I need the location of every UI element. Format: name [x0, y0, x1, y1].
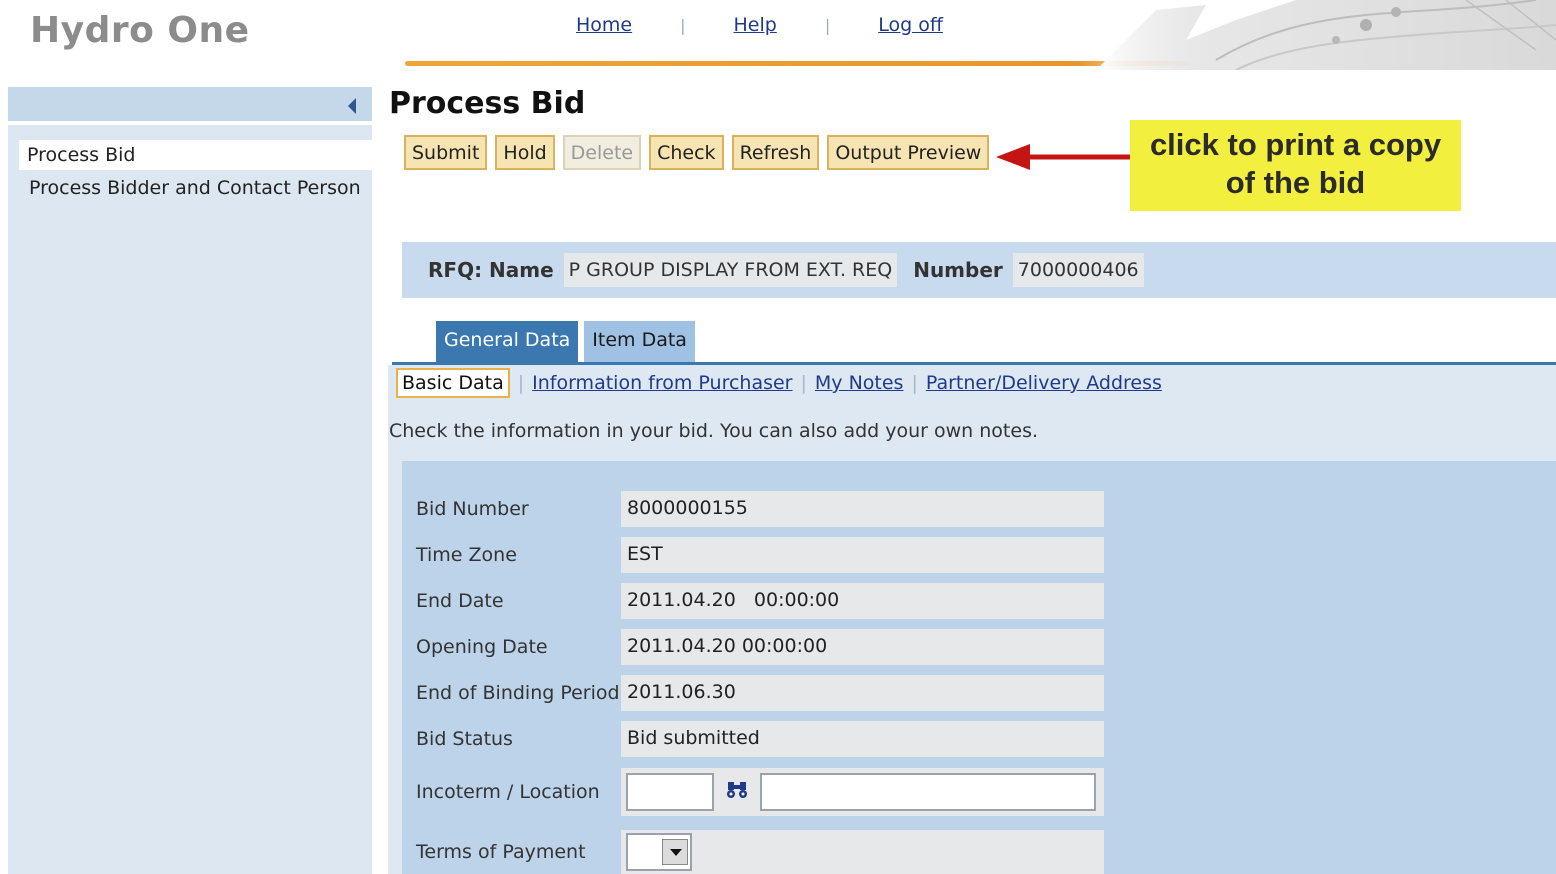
incoterm-inputs [621, 768, 1104, 816]
home-link[interactable]: Home [576, 14, 632, 36]
action-toolbar: Submit Hold Delete Check Refresh Output … [404, 135, 990, 170]
binding-period-label: End of Binding Period [416, 682, 620, 704]
submit-button[interactable]: Submit [404, 135, 488, 170]
rfq-number-label: Number [913, 258, 1003, 282]
hydro-one-logo: Hydro One [30, 10, 250, 51]
subtab-partner-delivery-address[interactable]: Partner/Delivery Address [926, 372, 1162, 394]
binding-period-value: 2011.06.30 [621, 675, 1104, 711]
chevron-down-icon[interactable] [662, 839, 688, 865]
incoterm-code-input[interactable] [626, 773, 714, 811]
incoterm-location-input[interactable] [760, 773, 1096, 811]
rfq-name-label: RFQ: Name [428, 258, 554, 282]
sidebar-item-process-bid[interactable]: Process Bid [19, 140, 372, 170]
opening-date-label: Opening Date [416, 636, 548, 658]
tab-strip: General Data Item Data [436, 321, 695, 364]
subtab-strip: Basic Data | Information from Purchaser … [396, 368, 1162, 398]
tab-general-data[interactable]: General Data [436, 321, 579, 364]
check-button[interactable]: Check [649, 135, 724, 170]
binoculars-icon[interactable] [726, 780, 748, 804]
terms-payment-inputs [621, 830, 1104, 874]
terms-payment-row: Terms of Payment [410, 830, 1104, 874]
callout-line-1: click to print a copy [1149, 127, 1442, 162]
tab-item-data[interactable]: Item Data [584, 321, 695, 364]
page-title: Process Bid [389, 86, 586, 121]
terms-payment-label: Terms of Payment [416, 841, 586, 863]
subtab-information-from-purchaser[interactable]: Information from Purchaser [532, 372, 792, 394]
help-link[interactable]: Help [734, 14, 777, 36]
subtab-separator: | [517, 372, 525, 394]
time-zone-value: EST [621, 537, 1104, 573]
terms-payment-select[interactable] [626, 833, 692, 871]
subtab-separator: | [800, 372, 807, 394]
opening-date-row: Opening Date 2011.04.20 00:00:00 [410, 629, 1104, 665]
bid-status-value: Bid submitted [621, 721, 1104, 757]
bid-status-row: Bid Status Bid submitted [410, 721, 1104, 757]
sidebar-header [8, 87, 372, 125]
collapse-left-icon[interactable] [348, 98, 356, 114]
end-date-value: 2011.04.20 00:00:00 [621, 583, 1104, 619]
output-preview-button[interactable]: Output Preview [827, 135, 990, 170]
time-zone-row: Time Zone EST [410, 537, 1104, 573]
link-separator: | [824, 15, 831, 35]
bid-number-value: 8000000155 [621, 491, 1104, 527]
rfq-name-value: P GROUP DISPLAY FROM EXT. REQ [563, 253, 898, 287]
sidebar-item-process-bidder[interactable]: Process Bidder and Contact Person [19, 173, 372, 203]
end-date-label: End Date [416, 590, 504, 612]
link-separator: | [680, 15, 686, 35]
bid-status-label: Bid Status [416, 728, 513, 750]
instruction-text: Check the information in your bid. You c… [389, 420, 1039, 442]
map-background-graphic [1096, 0, 1556, 70]
rfq-info-bar: RFQ: Name P GROUP DISPLAY FROM EXT. REQ … [402, 242, 1556, 298]
bid-number-label: Bid Number [416, 498, 529, 520]
red-arrow-icon [996, 144, 1131, 170]
rfq-number-value: 7000000406 [1012, 253, 1144, 287]
refresh-button[interactable]: Refresh [731, 135, 820, 170]
time-zone-label: Time Zone [416, 544, 517, 566]
delete-button: Delete [562, 135, 642, 170]
instruction-callout: click to print a copy of the bid [1130, 120, 1461, 211]
bid-number-row: Bid Number 8000000155 [410, 491, 1104, 527]
sidebar: Process Bid Process Bidder and Contact P… [8, 87, 372, 874]
hold-button[interactable]: Hold [495, 135, 555, 170]
subtab-separator: | [911, 372, 918, 394]
incoterm-row: Incoterm / Location [410, 768, 1104, 816]
top-navigation: Home | Help | Log off [576, 14, 943, 36]
logoff-link[interactable]: Log off [878, 14, 943, 36]
incoterm-label: Incoterm / Location [416, 781, 600, 803]
opening-date-value: 2011.04.20 00:00:00 [621, 629, 1104, 665]
subtab-basic-data[interactable]: Basic Data [396, 368, 510, 398]
binding-period-row: End of Binding Period 2011.06.30 [410, 675, 1104, 711]
callout-line-2: of the bid [1225, 165, 1366, 200]
subtab-my-notes[interactable]: My Notes [815, 372, 904, 394]
end-date-row: End Date 2011.04.20 00:00:00 [410, 583, 1104, 619]
